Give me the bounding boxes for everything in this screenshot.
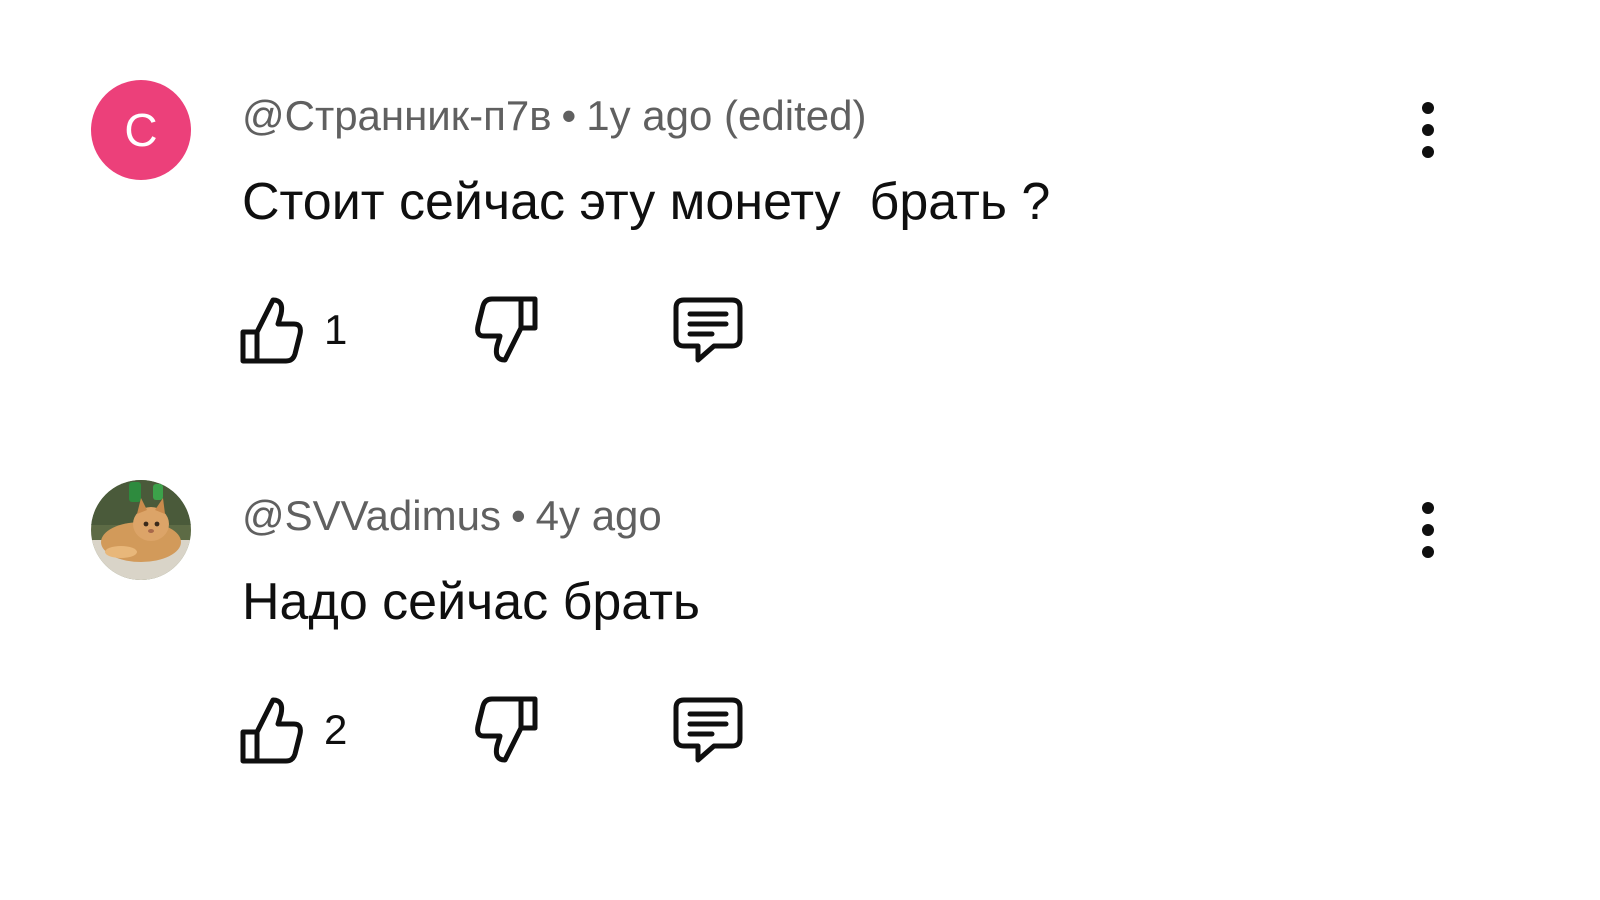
thumb-up-outline-icon [240, 697, 303, 764]
comment-timestamp[interactable]: 4y ago [536, 492, 662, 539]
comment-timestamp[interactable]: 1y ago (edited) [586, 92, 866, 139]
like-button[interactable]: 2 [240, 694, 347, 766]
thumb-up-outline-icon [240, 297, 303, 364]
comment-text: Надо сейчас брать [242, 573, 700, 631]
comment-meta: @SVVadimus • 4y ago [242, 490, 662, 542]
comment-item: @SVVadimus • 4y ago Надо сейчас брать 2 [0, 480, 1600, 840]
cat-photo-avatar [91, 480, 191, 580]
more-vertical-icon [1422, 102, 1434, 158]
like-button[interactable]: 1 [240, 294, 347, 366]
comment-bubble-icon [673, 297, 743, 363]
comment-actions: 1 [240, 294, 800, 366]
comment-bubble-icon [673, 697, 743, 763]
comment-actions: 2 [240, 694, 800, 766]
comment-meta: @Странник-п7в • 1y ago (edited) [242, 90, 866, 142]
dislike-button[interactable] [468, 694, 540, 766]
reply-button[interactable] [672, 294, 744, 366]
meta-separator: • [561, 92, 577, 139]
meta-separator: • [510, 492, 526, 539]
more-options-button[interactable] [1400, 100, 1456, 160]
thumb-down-outline-icon [475, 296, 538, 363]
author-handle[interactable]: @SVVadimus [242, 492, 501, 539]
like-count: 1 [324, 306, 348, 353]
author-handle[interactable]: @Странник-п7в [242, 92, 552, 139]
like-count: 2 [324, 706, 348, 753]
comment-text: Стоит сейчас эту монету брать ? [242, 173, 1051, 231]
comment-item: С @Странник-п7в • 1y ago (edited) Стоит се… [0, 80, 1600, 440]
thumb-down-outline-icon [475, 696, 538, 763]
reply-button[interactable] [672, 694, 744, 766]
more-vertical-icon [1422, 502, 1434, 558]
avatar[interactable]: С [91, 80, 191, 180]
dislike-button[interactable] [468, 294, 540, 366]
more-options-button[interactable] [1400, 500, 1456, 560]
avatar[interactable] [91, 480, 191, 580]
avatar-letter: С [124, 104, 158, 156]
